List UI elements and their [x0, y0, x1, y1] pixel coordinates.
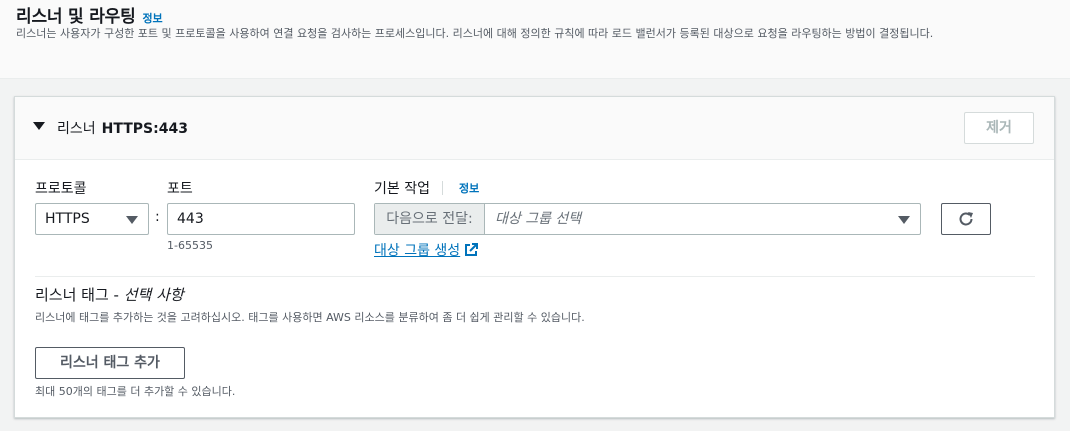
collapse-caret-icon[interactable]	[33, 122, 45, 130]
listener-tags-optional: 선택 사항	[123, 286, 184, 304]
add-listener-tag-button[interactable]: 리스너 태그 추가	[35, 347, 185, 379]
external-link-icon	[465, 243, 479, 256]
port-input-value: 443	[177, 211, 204, 227]
protocol-select[interactable]: HTTPS	[35, 203, 149, 235]
forward-to-prefix: 다음으로 전달:	[375, 204, 485, 234]
section-description: 리스너는 사용자가 구성한 포트 및 프로토콜을 사용하여 연결 요청을 검사하…	[16, 27, 934, 40]
label-divider	[442, 181, 443, 195]
tag-limit-hint: 최대 50개의 태그를 더 추가할 수 있습니다.	[35, 385, 236, 398]
target-group-select[interactable]: 다음으로 전달: 대상 그룹 선택	[374, 203, 921, 235]
create-target-group-label: 대상 그룹 생성	[374, 243, 461, 259]
section-divider	[35, 276, 1035, 277]
listener-title: 리스너 HTTPS:443	[57, 118, 188, 138]
section-title-text: 리스너 및 라우팅	[16, 7, 136, 27]
port-range-hint: 1-65535	[167, 239, 213, 252]
listener-tags-description: 리스너에 태그를 추가하는 것을 고려하십시오. 태그를 사용하면 AWS 리소…	[35, 311, 585, 324]
port-input[interactable]: 443	[167, 203, 355, 235]
remove-listener-button[interactable]: 제거	[964, 112, 1034, 144]
port-label: 포트	[167, 181, 193, 197]
target-group-placeholder: 대상 그룹 선택	[495, 211, 582, 227]
colon-separator: :	[155, 209, 160, 225]
default-action-info-link[interactable]: 정보	[459, 180, 479, 196]
listener-card-header[interactable]: 리스너 HTTPS:443 제거	[15, 97, 1054, 160]
listener-tags-title-main: 리스너 태그 -	[35, 286, 124, 304]
listener-protocol-port: HTTPS:443	[101, 121, 188, 137]
create-target-group-link[interactable]: 대상 그룹 생성	[374, 240, 479, 260]
protocol-label: 프로토콜	[35, 181, 87, 197]
chevron-down-icon	[898, 216, 910, 224]
protocol-select-value: HTTPS	[45, 211, 90, 227]
section-title: 리스너 및 라우팅 정보	[16, 2, 163, 27]
listener-card: 리스너 HTTPS:443 제거 프로토콜 포트 기본 작업 정보 HTTPS :…	[14, 96, 1055, 418]
section-header: 리스너 및 라우팅 정보 리스너는 사용자가 구성한 포트 및 프로토콜을 사용…	[0, 0, 1070, 79]
default-action-label: 기본 작업	[374, 181, 430, 197]
listener-title-prefix: 리스너	[57, 121, 96, 137]
section-info-link[interactable]: 정보	[143, 10, 163, 26]
refresh-icon	[959, 212, 973, 226]
refresh-button[interactable]	[941, 203, 991, 235]
listener-tags-title: 리스너 태그 - 선택 사항	[35, 284, 184, 305]
chevron-down-icon	[126, 216, 138, 224]
